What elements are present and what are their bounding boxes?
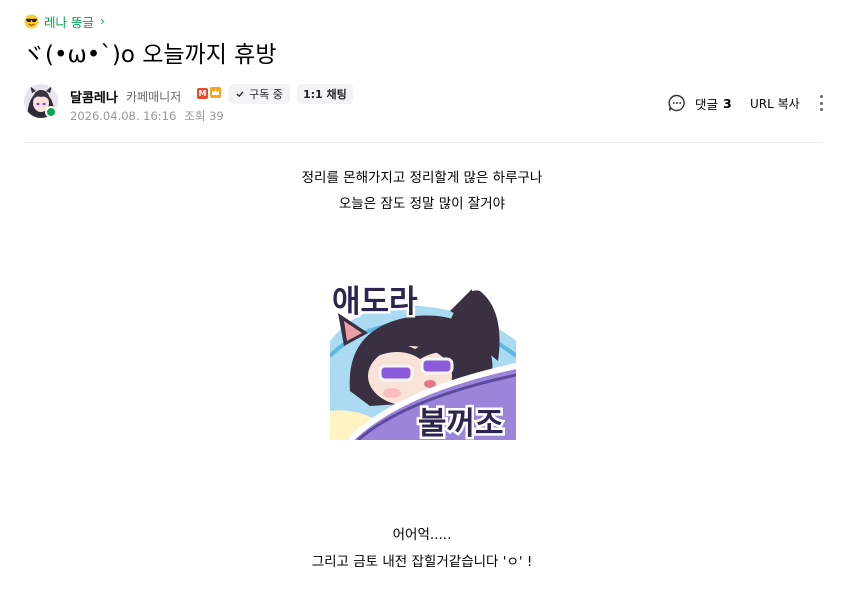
board-name: 레나 똥글 xyxy=(44,14,94,30)
comment-icon xyxy=(668,94,685,112)
crown-badge-icon xyxy=(210,87,221,98)
sticker-image: 애도라 불꺼조 xyxy=(330,281,516,440)
check-icon xyxy=(236,91,244,98)
comment-button[interactable]: 댓글 3 xyxy=(668,94,732,112)
post-meta: 2026.04.08. 16:16 조회 39 xyxy=(70,108,224,124)
subscribe-label: 구독 중 xyxy=(249,88,283,101)
post-title: ヾ(•ω•`)o 오늘까지 휴방 xyxy=(22,42,277,68)
chevron-right-icon: › xyxy=(99,14,105,28)
comment-count: 3 xyxy=(723,95,732,111)
chat-button[interactable]: 1:1 채팅 xyxy=(297,84,353,104)
board-link[interactable]: 레나 똥글 › xyxy=(24,12,105,30)
author-nickname[interactable]: 달콤레나 xyxy=(70,87,118,106)
comment-label: 댓글 xyxy=(695,96,719,112)
online-status-icon xyxy=(45,106,57,118)
sunglasses-face-icon xyxy=(24,13,39,29)
subscribe-button[interactable]: 구독 중 xyxy=(229,84,290,104)
manager-badge-icon: M xyxy=(197,88,208,99)
header-divider xyxy=(24,142,822,143)
content-line: 오늘은 잠도 정말 많이 잘거야 xyxy=(338,196,506,212)
post-views: 조회 39 xyxy=(184,109,224,123)
content-line: 정리를 몬해가지고 정리할게 많은 하루구나 xyxy=(301,170,543,186)
chat-label: 1:1 채팅 xyxy=(303,88,347,101)
content-line: 그리고 금토 내전 잡힐거같습니다 'ㅇ' ! xyxy=(311,554,533,570)
more-options-icon[interactable] xyxy=(815,94,827,112)
sticker-bottom-text: 불꺼조 xyxy=(418,406,504,440)
url-copy-button[interactable]: URL 복사 xyxy=(750,95,800,112)
content-line: 어어억..... xyxy=(392,527,452,543)
author-role: 카페매니저 xyxy=(126,90,182,104)
sticker-top-text: 애도라 xyxy=(332,284,418,320)
post-date: 2026.04.08. 16:16 xyxy=(70,109,177,123)
